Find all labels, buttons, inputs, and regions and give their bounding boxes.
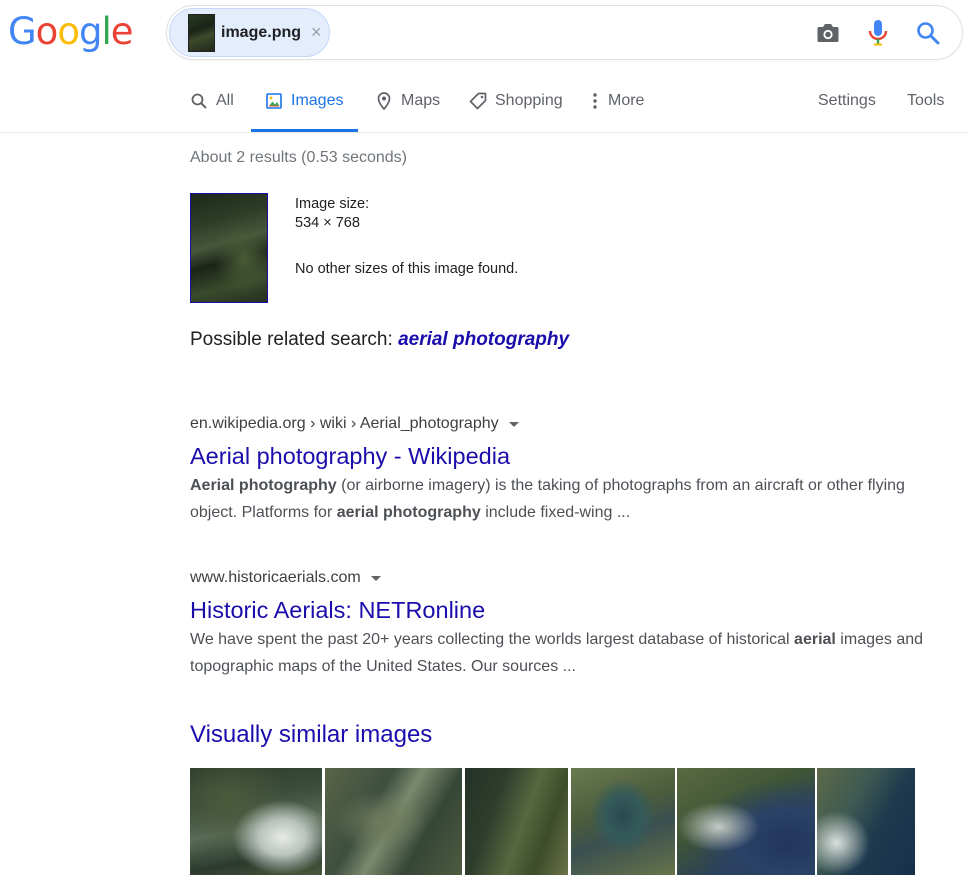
- image-size-label: Image size:: [295, 196, 370, 212]
- snippet-bold-text: aerial photography: [336, 504, 481, 521]
- tab-all[interactable]: All: [190, 92, 234, 132]
- tab-images[interactable]: Images: [251, 92, 358, 132]
- search-result: www.historicaerials.com Historic Aerials…: [190, 567, 950, 680]
- image-info: Image size: 534 × 768 No other sizes of …: [295, 195, 518, 279]
- similar-image[interactable]: [325, 768, 462, 875]
- similar-image[interactable]: [190, 768, 322, 875]
- query-image-thumbnail[interactable]: [190, 193, 268, 303]
- tag-icon: [469, 92, 487, 110]
- tools-link[interactable]: Tools: [907, 92, 944, 132]
- similar-image[interactable]: [817, 768, 915, 875]
- result-snippet: Aerial photography (or airborne imagery)…: [190, 472, 950, 526]
- tab-label: All: [216, 92, 234, 109]
- search-icon[interactable]: [915, 20, 941, 46]
- similar-image[interactable]: [677, 768, 815, 875]
- google-logo[interactable]: Google: [8, 12, 133, 52]
- logo-letter: G: [8, 10, 37, 53]
- search-image-chip[interactable]: image.png ×: [169, 8, 330, 57]
- result-url[interactable]: www.historicaerials.com: [190, 567, 950, 589]
- tab-more[interactable]: More: [590, 92, 644, 132]
- logo-letter: l: [101, 10, 111, 53]
- clear-image-icon[interactable]: ×: [311, 22, 322, 43]
- search-result: en.wikipedia.org › wiki › Aerial_photogr…: [190, 413, 950, 526]
- image-icon: [265, 92, 283, 110]
- microphone-icon[interactable]: [865, 20, 891, 46]
- result-url[interactable]: en.wikipedia.org › wiki › Aerial_photogr…: [190, 413, 950, 435]
- tab-label: Shopping: [495, 92, 563, 109]
- result-cite: en.wikipedia.org › wiki › Aerial_photogr…: [190, 415, 499, 432]
- no-other-sizes-text: No other sizes of this image found.: [295, 261, 519, 277]
- similar-image[interactable]: [571, 768, 675, 875]
- map-pin-icon: [375, 92, 393, 110]
- snippet-text: We have spent the past 20+ years collect…: [190, 631, 795, 648]
- result-title-link[interactable]: Aerial photography - Wikipedia: [190, 441, 950, 471]
- search-image-thumbnail: [188, 13, 215, 52]
- search-icon: [190, 92, 208, 110]
- snippet-bold-text: aerial: [794, 631, 836, 648]
- search-tabs: All Images Maps Shopping More Settings T…: [0, 82, 968, 133]
- result-cite: www.historicaerials.com: [190, 569, 361, 586]
- similar-image[interactable]: [465, 768, 568, 875]
- logo-letter: o: [35, 10, 59, 53]
- logo-letter: g: [78, 10, 102, 53]
- snippet-text: include fixed-wing ...: [480, 504, 631, 521]
- camera-icon[interactable]: [815, 20, 841, 46]
- dropdown-arrow-icon[interactable]: [370, 575, 381, 581]
- search-image-filename: image.png: [221, 23, 302, 41]
- search-box[interactable]: image.png ×: [166, 5, 963, 60]
- tab-shopping[interactable]: Shopping: [469, 92, 563, 132]
- tab-maps[interactable]: Maps: [375, 92, 440, 132]
- related-search: Possible related search: aerial photogra…: [190, 329, 569, 351]
- visually-similar-heading[interactable]: Visually similar images: [190, 721, 432, 749]
- more-vert-icon: [590, 92, 600, 110]
- tab-label: Images: [291, 92, 344, 109]
- result-stats: About 2 results (0.53 seconds): [190, 149, 408, 166]
- result-title-link[interactable]: Historic Aerials: NETRonline: [190, 595, 950, 625]
- dropdown-arrow-icon[interactable]: [508, 421, 519, 427]
- related-search-link[interactable]: aerial photography: [398, 329, 569, 350]
- tab-label: Maps: [401, 92, 441, 109]
- logo-letter: e: [110, 10, 134, 53]
- result-snippet: We have spent the past 20+ years collect…: [190, 626, 950, 680]
- logo-letter: o: [57, 10, 80, 53]
- image-size-value: 534 × 768: [295, 215, 360, 231]
- settings-link[interactable]: Settings: [818, 92, 876, 132]
- tab-label: More: [608, 92, 645, 109]
- related-search-prefix: Possible related search:: [190, 329, 399, 350]
- snippet-bold-text: Aerial photography: [190, 477, 337, 494]
